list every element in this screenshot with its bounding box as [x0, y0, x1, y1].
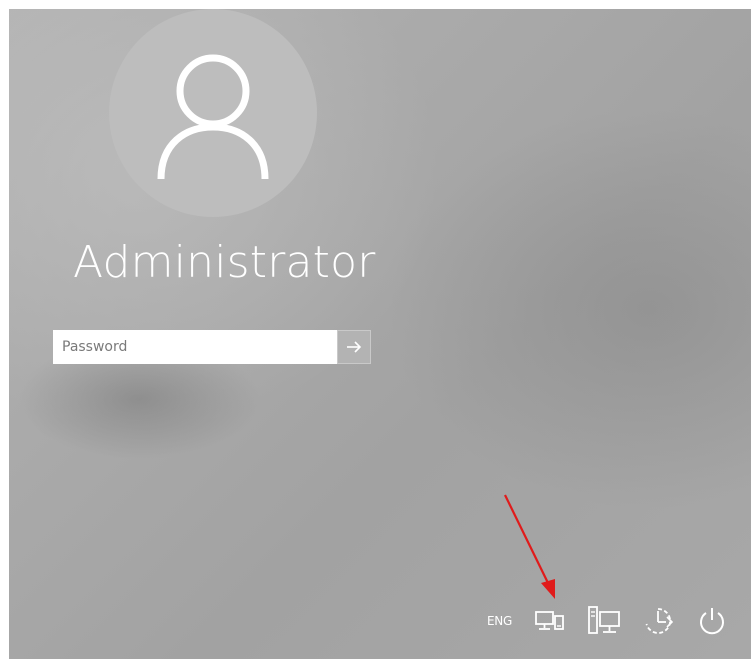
remote-desktop-button[interactable] [584, 601, 624, 641]
remote-desktop-icon [588, 606, 620, 634]
arrow-right-icon [347, 341, 362, 353]
user-avatar [109, 9, 317, 217]
username: Administrator [73, 237, 376, 288]
submit-button[interactable] [337, 330, 371, 364]
network-icon [535, 611, 564, 630]
accessibility-button[interactable] [638, 601, 678, 641]
power-button[interactable] [692, 601, 732, 641]
network-button[interactable] [530, 601, 570, 641]
password-row [53, 330, 371, 364]
accessibility-icon [645, 608, 674, 634]
language-indicator[interactable]: ENG [487, 614, 512, 628]
annotation-arrow [504, 494, 555, 599]
password-input[interactable] [53, 330, 337, 364]
power-icon [699, 608, 724, 635]
system-tray: ENG [487, 601, 732, 641]
user-silhouette-icon [157, 54, 269, 180]
lock-screen: Administrator ENG [9, 9, 751, 659]
